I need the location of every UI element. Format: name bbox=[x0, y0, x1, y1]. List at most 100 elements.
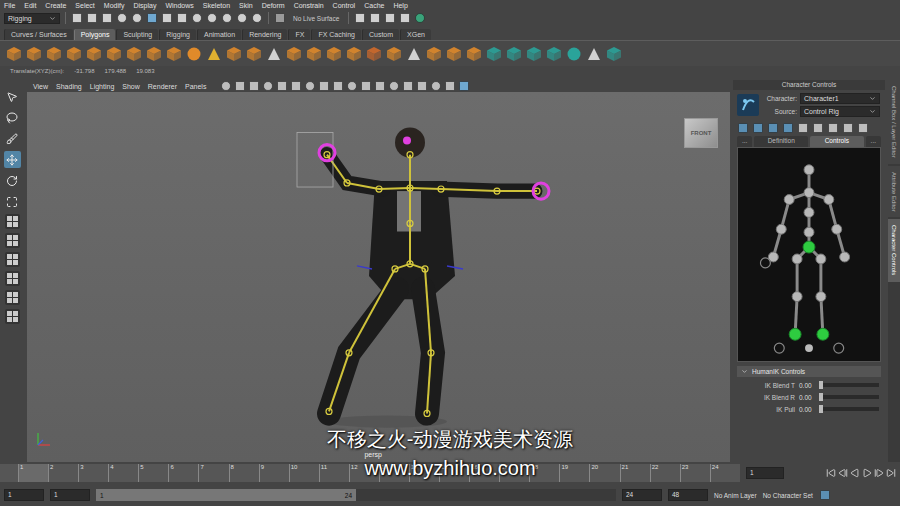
transform-value[interactable]: 179.488 bbox=[104, 68, 126, 74]
status-tool-icon[interactable] bbox=[131, 12, 143, 24]
timeline-tick[interactable]: 10 bbox=[289, 464, 319, 482]
figure-node[interactable] bbox=[803, 241, 815, 253]
layout-button[interactable] bbox=[5, 252, 20, 267]
slider-handle[interactable] bbox=[819, 405, 823, 413]
shelf-tab[interactable]: Animation bbox=[197, 29, 241, 40]
viewport-tool-icon[interactable] bbox=[220, 80, 232, 92]
viewport-tool-icon[interactable] bbox=[304, 80, 316, 92]
character-tab[interactable]: Definition bbox=[754, 136, 808, 147]
timeline-tick[interactable]: 4 bbox=[108, 464, 138, 482]
figure-node[interactable] bbox=[784, 195, 794, 205]
shelf-tool-icon[interactable] bbox=[326, 46, 342, 62]
transform-value[interactable]: -31.798 bbox=[74, 68, 94, 74]
range-handle[interactable]: 124 bbox=[96, 489, 356, 501]
viewport-tool-icon[interactable] bbox=[332, 80, 344, 92]
character-tool-icon[interactable] bbox=[797, 122, 809, 134]
timeline-tick[interactable]: 8 bbox=[229, 464, 259, 482]
shelf-tool-icon[interactable] bbox=[466, 46, 482, 62]
character-tool-icon[interactable] bbox=[767, 122, 779, 134]
step-forward-icon[interactable] bbox=[874, 468, 884, 478]
status-tool-icon[interactable] bbox=[116, 12, 128, 24]
status-tool-icon[interactable] bbox=[161, 12, 173, 24]
viewport-tool-icon[interactable] bbox=[346, 80, 358, 92]
shelf-tool-icon[interactable] bbox=[106, 46, 122, 62]
figure-node[interactable] bbox=[804, 165, 814, 175]
viewport-tool-icon[interactable] bbox=[248, 80, 260, 92]
viewport-tool-icon[interactable] bbox=[318, 80, 330, 92]
range-start-field[interactable]: 1 bbox=[50, 489, 90, 502]
figure-node[interactable] bbox=[816, 292, 826, 302]
shelf-tool-icon[interactable] bbox=[86, 46, 102, 62]
shelf-tool-icon[interactable] bbox=[506, 46, 522, 62]
shelf-tab[interactable]: XGen bbox=[400, 29, 431, 40]
render-tool-icon[interactable] bbox=[384, 12, 396, 24]
timeline-tick[interactable]: 19 bbox=[559, 464, 589, 482]
viewport-tool-icon[interactable] bbox=[234, 80, 246, 92]
shelf-tool-icon[interactable] bbox=[26, 46, 42, 62]
slider-track[interactable] bbox=[819, 383, 879, 387]
slider-handle[interactable] bbox=[819, 393, 823, 401]
menu-item[interactable]: Skin bbox=[239, 2, 253, 9]
character-tab[interactable]: ... bbox=[737, 136, 752, 147]
timeline-tick[interactable]: 2 bbox=[48, 464, 78, 482]
render-tool-icon[interactable] bbox=[354, 12, 366, 24]
menu-item[interactable]: Windows bbox=[165, 2, 193, 9]
go-to-end-icon[interactable] bbox=[886, 468, 896, 478]
timeline-tick[interactable]: 5 bbox=[138, 464, 168, 482]
slider-handle[interactable] bbox=[819, 381, 823, 389]
slider-value[interactable]: 0.00 bbox=[799, 394, 815, 401]
view-cube[interactable]: FRONT bbox=[684, 118, 718, 148]
timeline-track[interactable]: 123456789101112131415161718192021222324 bbox=[0, 464, 740, 482]
shelf-tool-icon[interactable] bbox=[206, 46, 222, 62]
viewport-tool-icon[interactable] bbox=[360, 80, 372, 92]
character-tool-icon[interactable] bbox=[842, 122, 854, 134]
timeline-tick[interactable]: 7 bbox=[198, 464, 228, 482]
timeline-tick[interactable]: 14 bbox=[409, 464, 439, 482]
shelf-tool-icon[interactable] bbox=[186, 46, 202, 62]
figure-node[interactable] bbox=[789, 328, 801, 340]
humanik-skeleton-icon[interactable] bbox=[738, 148, 880, 361]
current-frame-field[interactable]: 1 bbox=[746, 467, 784, 480]
shelf-tool-icon[interactable] bbox=[146, 46, 162, 62]
source-dropdown[interactable]: Control Rig bbox=[800, 106, 880, 117]
figure-node[interactable] bbox=[804, 227, 814, 237]
layout-button[interactable] bbox=[5, 233, 20, 248]
status-tool-icon[interactable] bbox=[146, 12, 158, 24]
slider-value[interactable]: 0.00 bbox=[799, 382, 815, 389]
slider-track[interactable] bbox=[819, 395, 879, 399]
paint-tool[interactable] bbox=[4, 130, 21, 147]
shelf-tool-icon[interactable] bbox=[226, 46, 242, 62]
menu-item[interactable]: Display bbox=[133, 2, 156, 9]
viewport-menu-item[interactable]: Shading bbox=[56, 83, 82, 90]
menu-item[interactable]: Modify bbox=[104, 2, 125, 9]
status-tool-icon[interactable] bbox=[101, 12, 113, 24]
menu-item[interactable]: Constrain bbox=[294, 2, 324, 9]
shelf-tool-icon[interactable] bbox=[286, 46, 302, 62]
menu-item[interactable]: Skeleton bbox=[203, 2, 230, 9]
figure-node[interactable] bbox=[792, 292, 802, 302]
shelf-tab[interactable]: Sculpting bbox=[116, 29, 158, 40]
shelf-tool-icon[interactable] bbox=[546, 46, 562, 62]
viewport-tool-icon[interactable] bbox=[402, 80, 414, 92]
menu-set-dropdown[interactable]: Rigging bbox=[4, 13, 60, 24]
viewport-tool-icon[interactable] bbox=[444, 80, 456, 92]
timeline-tick[interactable]: 17 bbox=[499, 464, 529, 482]
viewport-menu-item[interactable]: Panels bbox=[185, 83, 206, 90]
layout-button[interactable] bbox=[5, 290, 20, 305]
shelf-tool-icon[interactable] bbox=[266, 46, 282, 62]
character-tool-icon[interactable] bbox=[827, 122, 839, 134]
figure-node[interactable] bbox=[804, 188, 814, 198]
viewport-tool-icon[interactable] bbox=[388, 80, 400, 92]
shelf-tool-icon[interactable] bbox=[166, 46, 182, 62]
viewport-menu-item[interactable]: Renderer bbox=[148, 83, 177, 90]
shelf-tool-icon[interactable] bbox=[606, 46, 622, 62]
live-surface-icon[interactable] bbox=[274, 12, 286, 24]
character-tool-icon[interactable] bbox=[737, 122, 749, 134]
go-to-start-icon[interactable] bbox=[826, 468, 836, 478]
viewport-tool-icon[interactable] bbox=[374, 80, 386, 92]
shelf-tool-icon[interactable] bbox=[306, 46, 322, 62]
shelf-tab[interactable]: FX Caching bbox=[311, 29, 361, 40]
side-tab[interactable]: Attribute Editor bbox=[888, 166, 900, 218]
move-tool[interactable] bbox=[4, 151, 21, 168]
shelf-tab[interactable]: Polygons bbox=[74, 29, 116, 40]
